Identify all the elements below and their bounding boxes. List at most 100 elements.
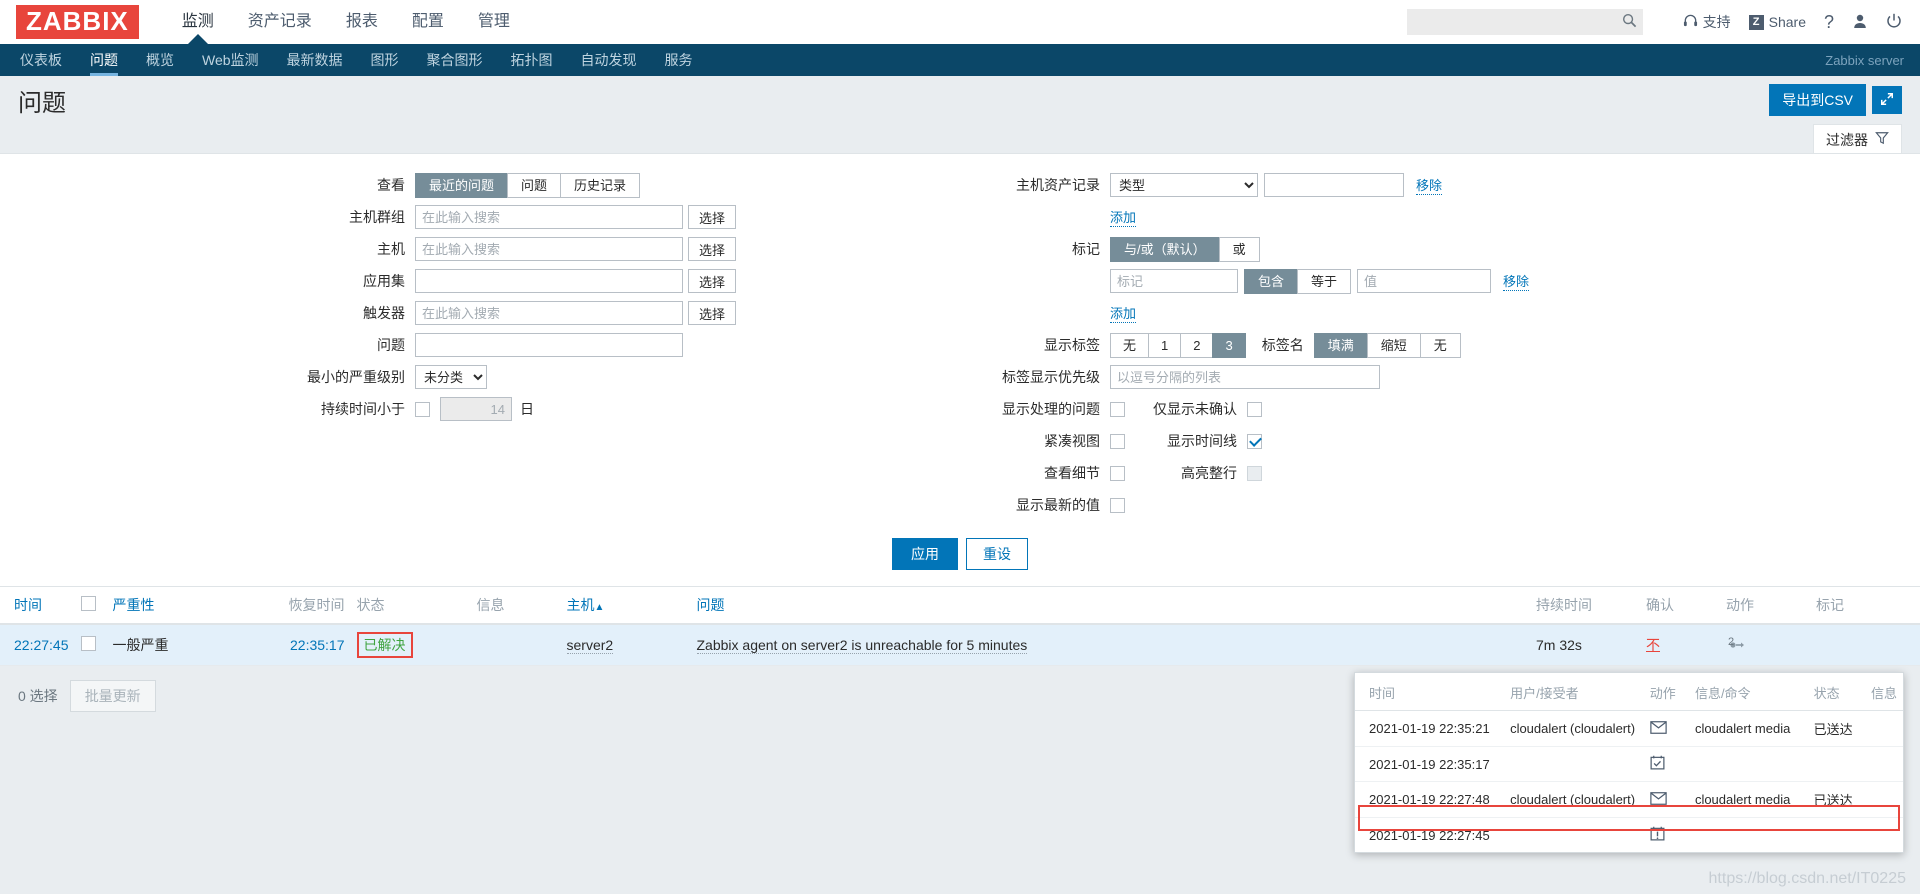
showtags-2[interactable]: 2 (1180, 332, 1213, 358)
subnav-item-6[interactable]: 聚合图形 (413, 44, 497, 76)
th-severity[interactable]: 严重性 (106, 587, 277, 625)
unack-only-checkbox[interactable] (1247, 401, 1262, 417)
subnav-item-4[interactable]: 最新数据 (273, 44, 357, 76)
subnav-item-7[interactable]: 拓扑图 (497, 44, 567, 76)
hostgroup-select-button[interactable]: 选择 (688, 205, 737, 229)
cell-duration: 7m 32s (1530, 624, 1640, 666)
host-select-button[interactable]: 选择 (688, 237, 737, 261)
problem-input[interactable] (415, 333, 683, 357)
subnav-item-0[interactable]: 仪表板 (6, 44, 76, 76)
mainnav-item-2[interactable]: 报表 (329, 0, 395, 44)
subnav-item-1[interactable]: 问题 (76, 44, 132, 76)
highlight-checkbox[interactable] (1247, 465, 1262, 481)
row-recovery-time-link[interactable]: 22:35:17 (290, 637, 345, 653)
search-input[interactable] (1406, 9, 1643, 35)
tag-op-equals[interactable]: 等于 (1297, 268, 1352, 294)
ack-link[interactable]: 不 (1646, 637, 1660, 653)
popup-cell-time: 2021-01-19 22:27:45 (1369, 827, 1490, 843)
zabbix-logo[interactable]: ZABBIX (16, 5, 139, 39)
subnav-item-3[interactable]: Web监测 (188, 44, 273, 76)
popup-cell-status: 已送达 (1807, 710, 1865, 747)
tag-remove-link[interactable]: 移除 (1503, 271, 1530, 291)
row-problem-link[interactable]: Zabbix agent on server2 is unreachable f… (696, 637, 1028, 654)
tag-logic-or[interactable]: 或 (1218, 236, 1260, 262)
subnav-item-5[interactable]: 图形 (357, 44, 413, 76)
row-checkbox[interactable] (80, 636, 96, 651)
export-csv-button[interactable]: 导出到CSV (1769, 84, 1866, 116)
support-link[interactable]: 支持 (1683, 12, 1731, 32)
cell-actions[interactable]: 2 (1720, 624, 1810, 666)
mainnav-item-4[interactable]: 管理 (461, 0, 527, 44)
th-actions: 动作 (1720, 587, 1810, 625)
th-host[interactable]: 主机▲ (560, 587, 691, 625)
help-link[interactable]: ? (1824, 12, 1834, 33)
reset-button[interactable]: 重设 (966, 538, 1028, 570)
filter-tab[interactable]: 过滤器 (1813, 124, 1902, 153)
trigger-input[interactable] (415, 301, 683, 325)
timeline-checkbox[interactable] (1247, 433, 1262, 449)
tagpriority-input[interactable] (1110, 365, 1380, 389)
view-option-problems[interactable]: 问题 (507, 172, 561, 198)
th-time[interactable]: 时间 (0, 587, 75, 625)
tag-add-link[interactable]: 添加 (1110, 303, 1137, 323)
tag-value-input[interactable] (1357, 269, 1492, 293)
latest-values-checkbox[interactable] (1110, 497, 1125, 513)
mainnav-item-1[interactable]: 资产记录 (231, 0, 329, 44)
showtags-3[interactable]: 3 (1212, 332, 1246, 358)
inventory-add-link[interactable]: 添加 (1110, 207, 1137, 227)
cell-recovery-time[interactable]: 22:35:17 (276, 624, 351, 666)
subnav-item-9[interactable]: 服务 (651, 44, 707, 76)
inventory-type-select[interactable]: 类型 (1110, 173, 1258, 197)
hostgroup-input[interactable] (415, 205, 683, 229)
cell-info (470, 624, 561, 666)
row-time-link[interactable]: 22:27:45 (14, 637, 69, 653)
expand-icon (1880, 92, 1894, 109)
details-checkbox[interactable] (1110, 465, 1125, 481)
search-icon[interactable] (1622, 13, 1637, 31)
apply-button[interactable]: 应用 (892, 538, 958, 570)
subnav-item-8[interactable]: 自动发现 (567, 44, 651, 76)
severity-select[interactable]: 未分类 (415, 365, 487, 389)
subnav-item-2[interactable]: 概览 (132, 44, 188, 76)
inventory-label: 主机资产记录 (1016, 177, 1100, 193)
inventory-remove-link[interactable]: 移除 (1416, 175, 1443, 195)
row-host-link[interactable]: server2 (566, 637, 614, 654)
duration-input[interactable] (440, 397, 512, 421)
mass-update-button[interactable]: 批量更新 (69, 680, 156, 712)
cell-host[interactable]: server2 (560, 624, 691, 666)
global-search[interactable] (1406, 9, 1643, 35)
tag-name-input[interactable] (1110, 269, 1238, 293)
table-row[interactable]: 22:27:45 一般严重 22:35:17 已解决 server2 Zabbi… (0, 624, 1920, 666)
mainnav-item-0[interactable]: 监测 (165, 0, 231, 44)
tag-logic-andor[interactable]: 与/或（默认） (1110, 236, 1219, 262)
mainnav-item-3[interactable]: 配置 (395, 0, 461, 44)
cell-problem[interactable]: Zabbix agent on server2 is unreachable f… (690, 624, 1530, 666)
tag-op-contains[interactable]: 包含 (1244, 268, 1298, 294)
tagname-short[interactable]: 缩短 (1366, 332, 1420, 358)
appset-input[interactable] (415, 269, 683, 293)
tagname-full[interactable]: 填满 (1313, 332, 1367, 358)
compact-checkbox[interactable] (1110, 433, 1125, 449)
select-all-checkbox[interactable] (80, 596, 96, 611)
user-profile-link[interactable] (1852, 13, 1868, 32)
th-recovery-time: 恢复时间 (276, 587, 351, 625)
filter-row-tag-entry: 包含 等于 移除 (920, 268, 1920, 294)
inventory-value-input[interactable] (1264, 173, 1404, 197)
cell-time[interactable]: 22:27:45 (0, 624, 75, 666)
showtags-1[interactable]: 1 (1148, 332, 1181, 358)
appset-select-button[interactable]: 选择 (688, 269, 737, 293)
view-option-history[interactable]: 历史记录 (560, 172, 641, 198)
tagname-none[interactable]: 无 (1419, 332, 1461, 358)
view-option-recent[interactable]: 最近的问题 (415, 172, 508, 198)
show-suppressed-checkbox[interactable] (1110, 401, 1125, 417)
trigger-select-button[interactable]: 选择 (688, 301, 737, 325)
duration-checkbox[interactable] (415, 401, 430, 417)
th-problem[interactable]: 问题 (690, 587, 1530, 625)
signout-link[interactable] (1886, 13, 1902, 32)
fullscreen-button[interactable] (1872, 86, 1902, 114)
showtags-none[interactable]: 无 (1110, 332, 1149, 358)
host-input[interactable] (415, 237, 683, 261)
share-link[interactable]: Z Share (1748, 14, 1806, 30)
actions-header-row: 时间 用户/接受者 动作 信息/命令 状态 信息 (1355, 673, 1903, 711)
cell-ack[interactable]: 不 (1640, 624, 1720, 666)
